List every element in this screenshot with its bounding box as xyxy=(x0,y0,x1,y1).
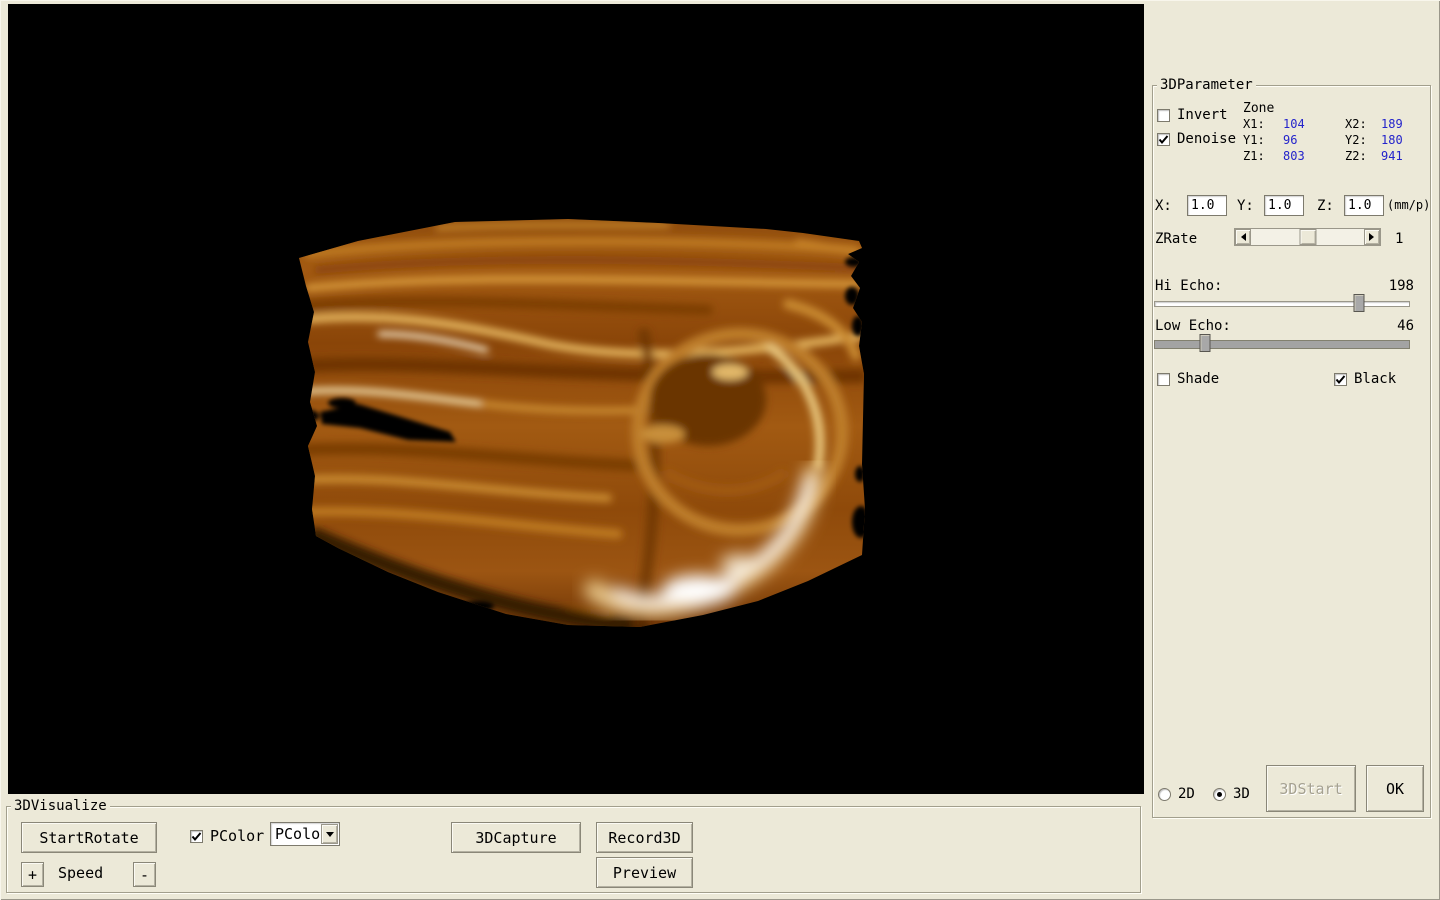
mode-3d-label: 3D xyxy=(1233,786,1250,802)
mode-3d-radio-circle[interactable] xyxy=(1213,788,1226,801)
3dstart-button[interactable]: 3DStart xyxy=(1266,765,1356,812)
scale-z-label: Z: xyxy=(1317,198,1334,214)
invert-checkbox[interactable]: Invert xyxy=(1157,107,1228,123)
pcolor-dropdown[interactable]: PColor xyxy=(270,822,340,846)
mode-3d-radio[interactable]: 3D xyxy=(1213,786,1250,802)
hi-echo-value: 198 xyxy=(1389,278,1414,294)
black-checkbox-box[interactable] xyxy=(1334,373,1347,386)
check-icon xyxy=(191,831,202,842)
zone-x2-value: 189 xyxy=(1381,117,1403,131)
invert-checkbox-box[interactable] xyxy=(1157,109,1170,122)
scale-y-input[interactable] xyxy=(1264,195,1304,216)
scale-x-input[interactable] xyxy=(1187,195,1227,216)
low-echo-label: Low Echo: xyxy=(1155,318,1231,334)
denoise-label: Denoise xyxy=(1177,131,1236,147)
scale-unit-label: (mm/p) xyxy=(1387,198,1430,212)
speed-label: Speed xyxy=(58,865,103,881)
volume-render xyxy=(8,4,1144,794)
pcolor-dropdown-button[interactable] xyxy=(321,824,338,844)
scale-x-label: X: xyxy=(1155,198,1172,214)
scale-y-label: Y: xyxy=(1237,198,1254,214)
shade-checkbox-box[interactable] xyxy=(1157,373,1170,386)
check-icon xyxy=(1335,374,1346,385)
low-echo-slider[interactable] xyxy=(1154,334,1410,352)
zone-x1-value: 104 xyxy=(1283,117,1305,131)
parameter-groupbox: 3DParameter Invert Denoise Zone X1: 104 … xyxy=(1152,85,1431,818)
hi-echo-slider-track[interactable] xyxy=(1154,301,1410,307)
zrate-scroll-track[interactable] xyxy=(1251,229,1364,245)
record3d-button[interactable]: Record3D xyxy=(596,822,693,853)
zrate-scroll-left-button[interactable] xyxy=(1235,229,1251,245)
radio-dot-icon xyxy=(1217,792,1222,797)
3dcapture-button[interactable]: 3DCapture xyxy=(451,822,581,853)
zrate-value: 1 xyxy=(1395,231,1403,247)
zone-y2-value: 180 xyxy=(1381,133,1403,147)
scale-z-input[interactable] xyxy=(1344,195,1384,216)
pcolor-dropdown-value: PColor xyxy=(271,825,320,843)
speed-minus-button[interactable]: - xyxy=(133,862,156,887)
hi-echo-slider[interactable] xyxy=(1154,294,1410,312)
pcolor-checkbox-box[interactable] xyxy=(190,830,203,843)
preview-button[interactable]: Preview xyxy=(596,857,693,888)
visualize-groupbox: 3DVisualize StartRotate PColor PColor 3D… xyxy=(6,806,1141,893)
low-echo-slider-thumb[interactable] xyxy=(1200,334,1211,352)
denoise-checkbox[interactable]: Denoise xyxy=(1157,131,1236,147)
black-label: Black xyxy=(1354,371,1396,387)
zone-z2-value: 941 xyxy=(1381,149,1403,163)
start-rotate-button[interactable]: StartRotate xyxy=(21,822,157,853)
zone-y1-value: 96 xyxy=(1283,133,1297,147)
visualize-group-title: 3DVisualize xyxy=(11,798,110,814)
mode-2d-label: 2D xyxy=(1178,786,1195,802)
shade-checkbox[interactable]: Shade xyxy=(1157,371,1219,387)
mode-2d-radio[interactable]: 2D xyxy=(1158,786,1195,802)
hi-echo-label: Hi Echo: xyxy=(1155,278,1222,294)
invert-label: Invert xyxy=(1177,107,1228,123)
zone-y1-label: Y1: xyxy=(1243,133,1265,147)
zrate-scroll-right-button[interactable] xyxy=(1364,229,1380,245)
mode-2d-radio-circle[interactable] xyxy=(1158,788,1171,801)
speed-plus-button[interactable]: + xyxy=(21,862,44,887)
low-echo-value: 46 xyxy=(1397,318,1414,334)
pcolor-checkbox[interactable]: PColor xyxy=(190,828,264,844)
zone-z1-value: 803 xyxy=(1283,149,1305,163)
zrate-scrollbar[interactable] xyxy=(1234,228,1381,246)
chevron-down-icon xyxy=(326,832,334,841)
app-window: 3DParameter Invert Denoise Zone X1: 104 … xyxy=(0,0,1440,900)
low-echo-slider-track[interactable] xyxy=(1154,340,1410,349)
zone-z2-label: Z2: xyxy=(1345,149,1367,163)
zrate-scroll-thumb[interactable] xyxy=(1299,229,1316,245)
pcolor-label: PColor xyxy=(210,828,264,844)
render-viewport[interactable] xyxy=(8,4,1144,794)
arrow-right-icon xyxy=(1369,233,1378,241)
ok-button[interactable]: OK xyxy=(1366,765,1424,812)
zrate-label: ZRate xyxy=(1155,231,1197,247)
zone-title: Zone xyxy=(1243,102,1274,116)
check-icon xyxy=(1158,134,1169,145)
zone-z1-label: Z1: xyxy=(1243,149,1265,163)
black-checkbox[interactable]: Black xyxy=(1334,371,1396,387)
shade-label: Shade xyxy=(1177,371,1219,387)
zone-x2-label: X2: xyxy=(1345,117,1367,131)
hi-echo-slider-thumb[interactable] xyxy=(1353,294,1364,312)
zone-y2-label: Y2: xyxy=(1345,133,1367,147)
arrow-left-icon xyxy=(1237,233,1246,241)
parameter-group-title: 3DParameter xyxy=(1157,77,1256,93)
denoise-checkbox-box[interactable] xyxy=(1157,133,1170,146)
zone-x1-label: X1: xyxy=(1243,117,1265,131)
